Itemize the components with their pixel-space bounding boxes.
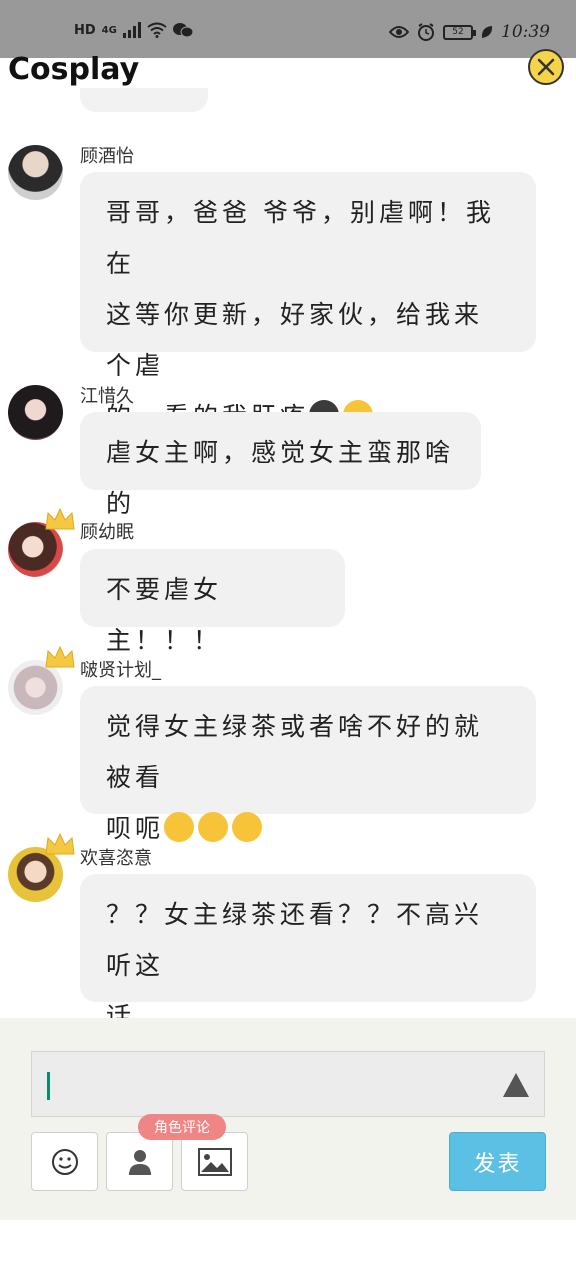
comment-line-with-emoji: 呗呃	[106, 803, 510, 854]
crown-icon	[45, 832, 75, 855]
status-left: HD 4G	[74, 22, 193, 38]
comment-line: 这等你更新，好家伙，给我来个虐	[106, 300, 484, 380]
alarm-icon	[418, 23, 434, 41]
comment-bubble: 觉得女主绿茶或者啥不好的就被看 呗呃	[80, 686, 536, 843]
person-icon	[128, 1149, 151, 1175]
comment-page: HD 4G 52 10:39 Cosplay 顾酒怡 哥哥，爸爸 爷爷，别虐啊！…	[0, 0, 576, 1280]
comment-bubble: 哥哥，爸爸 爷爷，别虐啊！我在 这等你更新，好家伙，给我来个虐 的，看的我肝疼	[80, 172, 536, 431]
avatar[interactable]	[8, 145, 63, 200]
role-comment-tag[interactable]: 角色评论	[138, 1114, 226, 1140]
leaf-icon	[481, 26, 493, 38]
crown-icon	[45, 645, 75, 668]
expand-triangle-icon[interactable]	[502, 1072, 530, 1098]
image-icon	[197, 1147, 232, 1176]
wechat-icon	[172, 23, 193, 38]
comment-input[interactable]	[31, 1051, 545, 1117]
commenter-name[interactable]: 顾酒怡	[80, 142, 134, 168]
commenter-name[interactable]: 江惜久	[80, 382, 134, 408]
comment-line: 哥哥，爸爸 爷爷，别虐啊！我在	[106, 198, 495, 278]
eye-icon	[389, 26, 409, 38]
crown-icon	[45, 507, 75, 530]
comment-line: 不要虐女主！！！	[106, 575, 223, 655]
comment-line: 虐女主啊，感觉女主蛮那啥的	[106, 438, 455, 518]
battery-icon: 52	[443, 24, 476, 40]
close-button[interactable]	[528, 49, 564, 85]
grinning-sweat-emoji-icon	[164, 812, 195, 842]
comment-line: 呗呃	[106, 814, 165, 843]
text-caret	[47, 1072, 50, 1100]
network-badge: 4G	[101, 24, 117, 36]
emoji-button[interactable]	[31, 1132, 98, 1191]
clock: 10:39	[501, 22, 550, 42]
comment-line: ？？女主绿茶还看？？不高兴听这	[106, 900, 484, 980]
role-comment-button[interactable]	[106, 1132, 173, 1191]
comment-bubble: ？？女主绿茶还看？？不高兴听这 话。	[80, 874, 536, 1031]
comment-bubble: 不要虐女主！！！	[80, 549, 345, 655]
avatar[interactable]	[8, 385, 63, 440]
grinning-sweat-emoji-icon	[198, 812, 229, 842]
battery-level: 52	[452, 27, 464, 37]
commenter-name[interactable]: 顾幼眠	[80, 518, 134, 544]
hd-badge: HD	[74, 22, 96, 38]
grinning-sweat-emoji-icon	[232, 812, 263, 842]
close-icon	[537, 58, 555, 76]
wifi-icon	[147, 22, 167, 38]
signal-icon	[122, 22, 141, 38]
page-title: Cosplay	[8, 52, 140, 87]
emoji-icon	[51, 1148, 78, 1175]
commenter-name[interactable]: 欢喜恣意	[80, 844, 152, 870]
previous-comment-bubble	[80, 88, 208, 112]
status-bar: HD 4G 52 10:39	[0, 0, 576, 58]
status-right: 52 10:39	[389, 22, 550, 42]
comment-bubble: 虐女主啊，感觉女主蛮那啥的	[80, 412, 481, 518]
image-button[interactable]	[181, 1132, 248, 1191]
send-button[interactable]: 发表	[449, 1132, 546, 1191]
comment-line: 觉得女主绿茶或者啥不好的就被看	[106, 712, 484, 792]
commenter-name[interactable]: 啵贤计划_	[80, 656, 161, 682]
